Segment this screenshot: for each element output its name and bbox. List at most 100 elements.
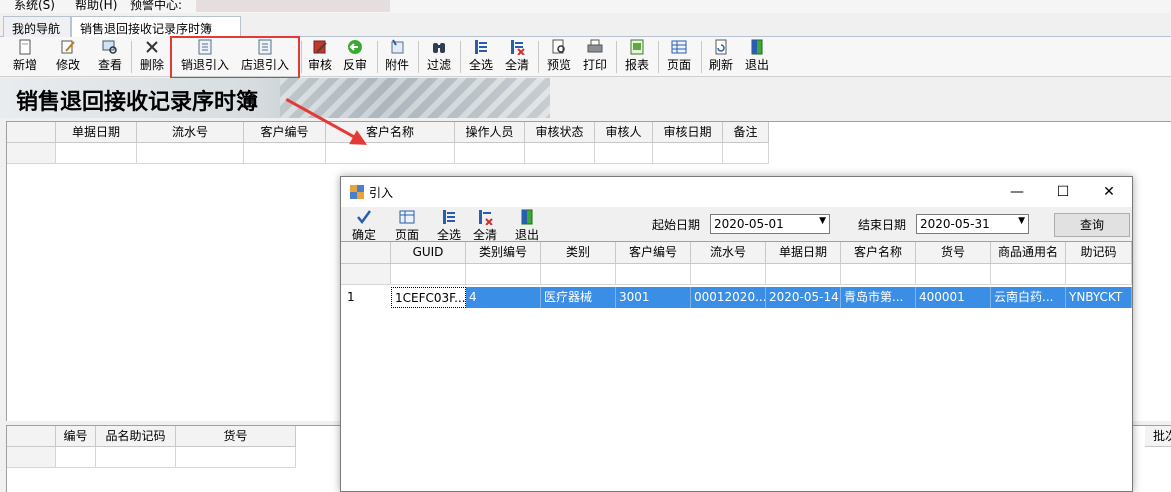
unaudit-button[interactable]: 反审 (341, 39, 369, 75)
tab-label: 我的导航 (12, 22, 61, 36)
toolbar-divider (131, 41, 132, 73)
col-header-batch[interactable]: 批次 (1145, 426, 1171, 447)
filter-cell[interactable] (653, 143, 723, 164)
filter-button[interactable]: 过滤 (425, 39, 453, 75)
attachment-button[interactable]: 附件 (383, 39, 411, 75)
col-header-item-no[interactable]: 货号 (916, 242, 991, 264)
delete-button[interactable]: 删除 (137, 39, 167, 75)
filter-cell[interactable] (766, 264, 841, 285)
filter-cell[interactable] (466, 264, 541, 285)
clear-all-button[interactable]: 全清 (503, 39, 531, 75)
refresh-button[interactable]: 刷新 (707, 39, 735, 75)
col-header-audit-status[interactable]: 审核状态 (525, 122, 595, 143)
import-grid[interactable]: GUID 类别编号 类别 客户编号 流水号 单据日期 客户名称 货号 商品通用名… (341, 241, 1132, 491)
col-header-category[interactable]: 类别 (541, 242, 616, 264)
chevron-down-icon[interactable]: ▼ (819, 216, 826, 226)
dialog-title: 引入 (369, 186, 394, 200)
filter-cell[interactable] (916, 264, 991, 285)
page-button[interactable]: 页面 (665, 39, 693, 75)
print-button[interactable]: 打印 (581, 39, 609, 75)
col-header-doc-date[interactable]: 单据日期 (766, 242, 841, 264)
end-date-label: 结束日期 (858, 218, 907, 232)
cell-doc-date[interactable]: 2020-05-14 (766, 287, 841, 308)
filter-cell[interactable] (991, 264, 1066, 285)
preview-button[interactable]: 预览 (545, 39, 573, 75)
filter-cell[interactable] (616, 264, 691, 285)
filter-cell[interactable] (595, 143, 653, 164)
cell-category[interactable]: 医疗器械 (541, 287, 616, 308)
col-header-serial[interactable]: 流水号 (137, 122, 244, 143)
col-header-category-code[interactable]: 类别编号 (466, 242, 541, 264)
start-date-picker[interactable]: 2020-05-01 ▼ (710, 214, 830, 234)
print-label: 打印 (582, 58, 607, 72)
new-button[interactable]: 新增 (10, 39, 40, 75)
menu-warning-center[interactable]: 预警中心: (130, 0, 182, 13)
col-header-audit-date[interactable]: 审核日期 (653, 122, 723, 143)
toolbar-divider (538, 41, 539, 73)
filter-cell[interactable] (723, 143, 769, 164)
row-number: 1 (341, 287, 391, 308)
col-header-serial[interactable]: 流水号 (691, 242, 766, 264)
tab-my-navigation[interactable]: 我的导航 (3, 16, 71, 37)
filter-cell[interactable] (541, 264, 616, 285)
filter-cell[interactable] (244, 143, 326, 164)
dialog-clear-all-button[interactable]: 全清 (471, 209, 499, 243)
filter-cell[interactable] (391, 264, 466, 285)
filter-cell[interactable] (525, 143, 595, 164)
tab-sales-return-journal[interactable]: 销售退回接收记录序时簿✕ (71, 16, 241, 51)
filter-cell[interactable] (176, 447, 296, 468)
filter-cell[interactable] (1066, 264, 1132, 285)
col-header-remark[interactable]: 备注 (723, 122, 769, 143)
report-button[interactable]: 报表 (623, 39, 651, 75)
col-header-date[interactable]: 单据日期 (56, 122, 137, 143)
confirm-button[interactable]: 确定 (350, 209, 378, 243)
report-icon (629, 39, 645, 55)
toolbar-divider (377, 41, 378, 73)
col-header-product-mnemonic[interactable]: 品名助记码 (96, 426, 176, 447)
cell-category-code[interactable]: 4 (466, 287, 541, 308)
close-icon[interactable]: ✕ (1089, 181, 1129, 203)
menu-help[interactable]: 帮助(H) (75, 0, 117, 13)
filter-cell[interactable] (137, 143, 244, 164)
filter-cell[interactable] (326, 143, 455, 164)
col-header-customer-code[interactable]: 客户编号 (616, 242, 691, 264)
col-header-customer-name[interactable]: 客户名称 (841, 242, 916, 264)
maximize-icon[interactable]: ☐ (1043, 181, 1083, 203)
exit-button[interactable]: 退出 (743, 39, 771, 75)
cell-mnemonic[interactable]: YNBYCKT (1066, 287, 1132, 308)
cell-generic-name[interactable]: 云南白药... (991, 287, 1066, 308)
filter-cell[interactable] (841, 264, 916, 285)
cell-item-no[interactable]: 400001 (916, 287, 991, 308)
cell-serial[interactable]: 00012020... (691, 287, 766, 308)
filter-cell[interactable] (56, 143, 137, 164)
query-button[interactable]: 查询 (1054, 213, 1130, 237)
select-all-button[interactable]: 全选 (467, 39, 495, 75)
minimize-icon[interactable]: — (997, 181, 1037, 203)
col-header-customer-code[interactable]: 客户编号 (244, 122, 326, 143)
audit-button[interactable]: 审核 (306, 39, 334, 75)
col-header-guid[interactable]: GUID (391, 242, 466, 264)
filter-cell[interactable] (455, 143, 525, 164)
filter-row-header (341, 264, 391, 285)
cell-guid[interactable]: 1CEFC03F... (391, 287, 466, 308)
end-date-picker[interactable]: 2020-05-31 ▼ (916, 214, 1029, 234)
menu-system[interactable]: 系统(S) (14, 0, 55, 13)
dialog-titlebar[interactable]: 引入 — ☐ ✕ (341, 177, 1132, 207)
col-header-generic-name[interactable]: 商品通用名 (991, 242, 1066, 264)
col-header-mnemonic[interactable]: 助记码 (1066, 242, 1132, 264)
chevron-down-icon[interactable]: ▼ (1018, 216, 1025, 226)
col-header-item-no[interactable]: 货号 (176, 426, 296, 447)
view-button[interactable]: 查看 (95, 39, 125, 75)
dialog-select-all-button[interactable]: 全选 (435, 209, 463, 243)
dialog-exit-button[interactable]: 退出 (513, 209, 541, 243)
col-header-auditor[interactable]: 审核人 (595, 122, 653, 143)
cell-customer-code[interactable]: 3001 (616, 287, 691, 308)
dialog-page-button[interactable]: 页面 (393, 209, 421, 243)
filter-cell[interactable] (56, 447, 96, 468)
col-header-operator[interactable]: 操作人员 (455, 122, 525, 143)
filter-cell[interactable] (96, 447, 176, 468)
filter-cell[interactable] (691, 264, 766, 285)
cell-customer-name[interactable]: 青岛市第... (841, 287, 916, 308)
col-header-number[interactable]: 编号 (56, 426, 96, 447)
edit-button[interactable]: 修改 (53, 39, 83, 75)
